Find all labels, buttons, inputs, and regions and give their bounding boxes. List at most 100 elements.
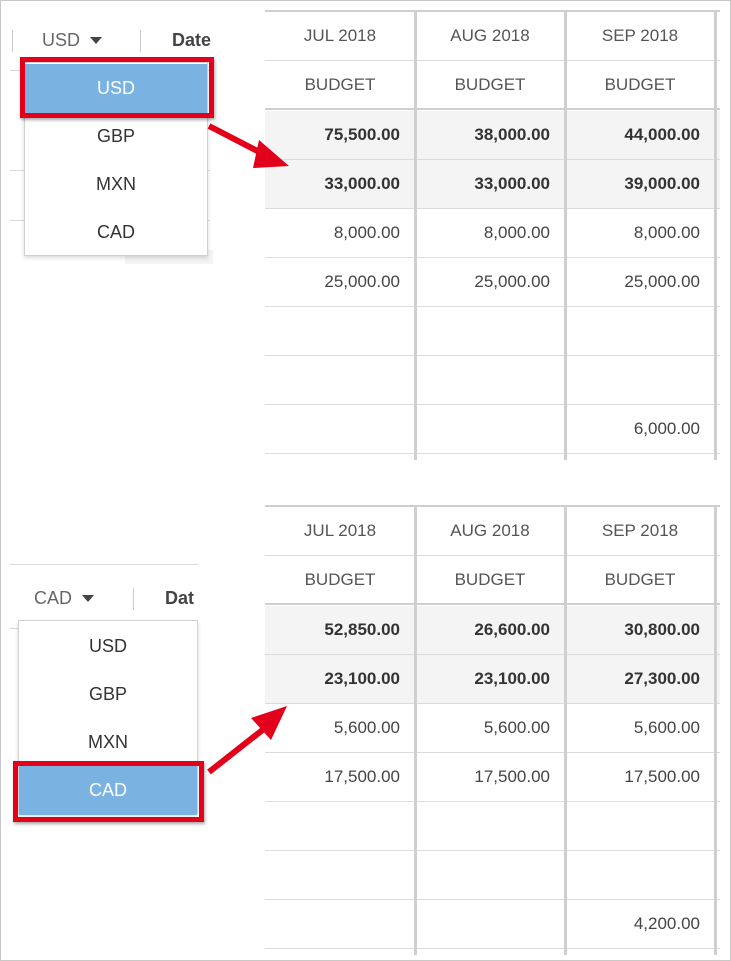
table-row[interactable] [265,802,720,851]
table-cell: 5,600.00 [483,718,550,737]
table-cell [565,356,715,404]
table-cell: 8,000.00 [633,223,700,242]
column-divider [714,10,717,460]
table-cell [565,802,715,850]
table-cell [415,307,565,355]
date-column-header[interactable]: Date [172,30,216,51]
table-cell [415,405,565,453]
column-divider [414,10,417,460]
budget-subheader: BUDGET [604,569,676,589]
budget-subheader: BUDGET [604,74,676,94]
usd-view-panel: USD Date JUL 2018 AUG 2018 SEP 2018 BUDG… [0,0,731,470]
currency-option-cad[interactable]: CAD [25,208,207,257]
row-divider [10,564,198,565]
column-divider [564,10,567,460]
month-header[interactable]: AUG 2018 [415,507,565,555]
table-cell [415,356,565,404]
month-header[interactable]: JUL 2018 [265,12,415,60]
currency-option-gbp[interactable]: GBP [19,670,197,719]
column-divider [564,505,567,955]
month-header[interactable]: AUG 2018 [415,12,565,60]
currency-select-value: CAD [34,588,73,608]
divider [140,30,141,52]
table-cell: 25,000.00 [324,272,400,291]
table-cell [415,851,565,899]
table-row[interactable] [265,307,720,356]
table-row[interactable]: 4,200.00 [265,900,720,949]
budget-grid: JUL 2018 AUG 2018 SEP 2018 BUDGET BUDGET… [265,505,720,955]
column-divider [714,505,717,955]
currency-option-mxn[interactable]: MXN [25,160,207,209]
table-cell: 30,800.00 [624,620,700,639]
month-header-row: JUL 2018 AUG 2018 SEP 2018 [265,507,720,556]
currency-option-gbp[interactable]: GBP [25,112,207,161]
red-arrow-icon [207,706,287,775]
table-row[interactable] [265,356,720,405]
budget-subheader: BUDGET [454,74,526,94]
table-row[interactable]: 8,000.00 8,000.00 8,000.00 [265,209,720,258]
table-cell [415,802,565,850]
budget-subheader: BUDGET [304,569,376,589]
table-row[interactable]: 17,500.00 17,500.00 17,500.00 [265,753,720,802]
currency-select-value: USD [42,30,81,50]
table-cell [265,851,415,899]
table-cell: 39,000.00 [624,174,700,193]
table-cell: 38,000.00 [474,125,550,144]
divider [12,30,13,52]
table-row[interactable]: 5,600.00 5,600.00 5,600.00 [265,704,720,753]
table-cell: 25,000.00 [474,272,550,291]
table-cell: 8,000.00 [483,223,550,242]
month-header-row: JUL 2018 AUG 2018 SEP 2018 [265,12,720,61]
table-row[interactable]: 6,000.00 [265,405,720,454]
table-cell [415,900,565,948]
table-cell [265,307,415,355]
table-cell: 44,000.00 [624,125,700,144]
currency-select[interactable]: USD [42,30,103,51]
date-column-header[interactable]: Dat [165,588,199,609]
table-cell: 8,000.00 [333,223,400,242]
table-row[interactable]: 23,100.00 23,100.00 27,300.00 [265,655,720,704]
table-cell: 23,100.00 [474,669,550,688]
highlight-box [20,57,214,118]
table-row[interactable]: 33,000.00 33,000.00 39,000.00 [265,160,720,209]
table-cell: 23,100.00 [324,669,400,688]
highlight-box [13,761,204,822]
table-cell: 25,000.00 [624,272,700,291]
table-row[interactable]: 75,500.00 38,000.00 44,000.00 [265,111,720,160]
table-cell: 6,000.00 [633,419,700,438]
red-arrow-icon [207,123,289,168]
cad-view-panel: CAD Dat JUL 2018 AUG 2018 SEP 2018 BUDGE… [0,496,731,961]
subheader-row: BUDGET BUDGET BUDGET [265,556,720,605]
table-row[interactable]: 52,850.00 26,600.00 30,800.00 [265,606,720,655]
table-cell: 52,850.00 [324,620,400,639]
column-divider [414,505,417,955]
table-cell: 4,200.00 [633,914,700,933]
table-cell [265,405,415,453]
table-row[interactable]: 25,000.00 25,000.00 25,000.00 [265,258,720,307]
divider [133,588,134,610]
table-cell [265,900,415,948]
table-cell: 26,600.00 [474,620,550,639]
table-cell [265,356,415,404]
table-cell [565,307,715,355]
budget-subheader: BUDGET [304,74,376,94]
table-cell [265,802,415,850]
table-cell: 17,500.00 [474,767,550,786]
budget-subheader: BUDGET [454,569,526,589]
currency-option-usd[interactable]: USD [19,622,197,671]
table-cell: 5,600.00 [633,718,700,737]
chevron-down-icon [82,595,95,602]
table-row[interactable] [265,851,720,900]
table-cell: 17,500.00 [624,767,700,786]
chevron-down-icon [90,37,103,44]
table-cell: 27,300.00 [624,669,700,688]
table-cell [565,851,715,899]
subheader-row: BUDGET BUDGET BUDGET [265,61,720,110]
month-header[interactable]: JUL 2018 [265,507,415,555]
table-cell: 33,000.00 [474,174,550,193]
budget-grid: JUL 2018 AUG 2018 SEP 2018 BUDGET BUDGET… [265,10,720,460]
currency-select[interactable]: CAD [34,588,95,609]
month-header[interactable]: SEP 2018 [565,507,715,555]
currency-option-mxn[interactable]: MXN [19,718,197,767]
month-header[interactable]: SEP 2018 [565,12,715,60]
